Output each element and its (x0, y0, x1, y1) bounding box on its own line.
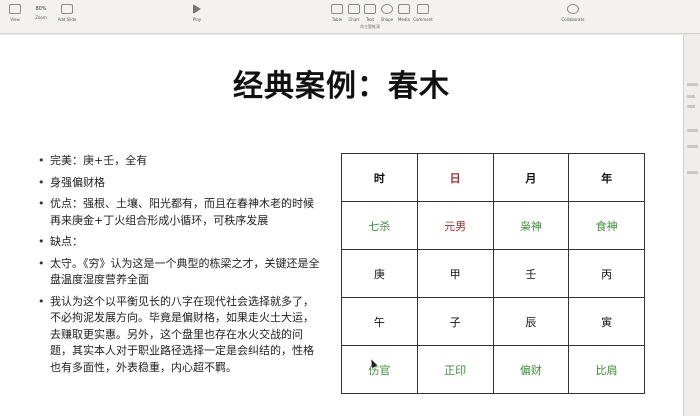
table-cell: 伤官 (341, 345, 418, 394)
sidebar-control[interactable] (687, 145, 698, 148)
document-title: 命主题推演 (360, 24, 380, 29)
table-row: 时 日 月 年 (341, 153, 645, 202)
table-cell: 丙 (568, 249, 645, 298)
toolbar: View 80% Zoom Add Slide Play Table Chart… (0, 0, 700, 34)
zoom-button[interactable]: 80% Zoom (28, 4, 54, 20)
table-row: 庚 甲 壬 丙 (341, 249, 645, 298)
table-cell: 子 (416, 297, 494, 346)
media-icon (398, 4, 410, 14)
bullet-item: 优点：强根、土壤、阳光都有，而且在春神木老的时候再来庚金+丁火组合形成小循环，可… (36, 196, 321, 229)
format-sidebar[interactable] (683, 35, 700, 416)
sidebar-tab[interactable] (687, 83, 698, 86)
table-cell: 午 (341, 297, 418, 346)
bullet-item: 身强偏财格 (36, 175, 321, 192)
zoom-value: 80% (35, 6, 47, 12)
sidebar-control[interactable] (687, 95, 695, 98)
view-button[interactable]: View (2, 4, 28, 22)
collaborate-icon (567, 4, 579, 14)
bullet-item: 完美：庚+壬，全有 (36, 153, 321, 170)
table-cell: 年 (568, 153, 645, 202)
add-slide-icon (61, 4, 73, 14)
play-button[interactable]: Play (184, 4, 210, 22)
play-icon (193, 4, 201, 14)
table-cell: 七杀 (341, 201, 418, 250)
table-row: 伤官 正印 偏财 比肩 (341, 345, 645, 394)
table-cell: 枭神 (492, 201, 570, 250)
table-cell: 庚 (341, 249, 418, 298)
table-row: 午 子 辰 寅 (341, 297, 645, 346)
bullet-item: 我认为这个以平衡见长的八字在现代社会选择就多了，不必拘泥发展方向。毕竟是偏财格，… (36, 294, 321, 377)
sidebar-control[interactable] (687, 129, 698, 132)
table-cell: 时 (341, 153, 418, 202)
slide-canvas[interactable]: 经典案例：春木 完美：庚+壬，全有 身强偏财格 优点：强根、土壤、阳光都有，而且… (0, 35, 683, 416)
sidebar-control[interactable] (687, 105, 695, 108)
sidebar-control[interactable] (687, 171, 698, 174)
table-cell: 正印 (416, 345, 494, 394)
table-cell: 壬 (492, 249, 570, 298)
table-cell: 日 (416, 153, 494, 202)
table-cell: 甲 (416, 249, 494, 298)
bullet-item: 太守。《穷》认为这是一个典型的栋梁之才，关键还是全盘温度湿度营养全面 (36, 256, 321, 289)
bullet-list[interactable]: 完美：庚+壬，全有 身强偏财格 优点：强根、土壤、阳光都有，而且在春神木老的时候… (36, 153, 321, 381)
table-cell: 辰 (492, 297, 570, 346)
view-icon (9, 4, 21, 14)
table-cell: 比肩 (568, 345, 645, 394)
comment-button[interactable]: Comment (410, 4, 436, 22)
slide-title[interactable]: 经典案例：春木 (0, 61, 683, 105)
table-cell: 月 (492, 153, 570, 202)
add-slide-button[interactable]: Add Slide (54, 4, 80, 22)
table-cell: 食神 (568, 201, 645, 250)
table-cell: 元男 (416, 201, 494, 250)
table-cell: 寅 (568, 297, 645, 346)
table-row: 七杀 元男 枭神 食神 (341, 201, 645, 250)
bullet-item: 缺点： (36, 234, 321, 251)
table-cell: 偏财 (492, 345, 570, 394)
bazi-table[interactable]: 时 日 月 年 七杀 元男 枭神 食神 庚 甲 壬 丙 午 子 辰 寅 伤官 正… (341, 153, 645, 394)
comment-icon (417, 4, 429, 14)
collaborate-button[interactable]: Collaborate (560, 4, 586, 22)
